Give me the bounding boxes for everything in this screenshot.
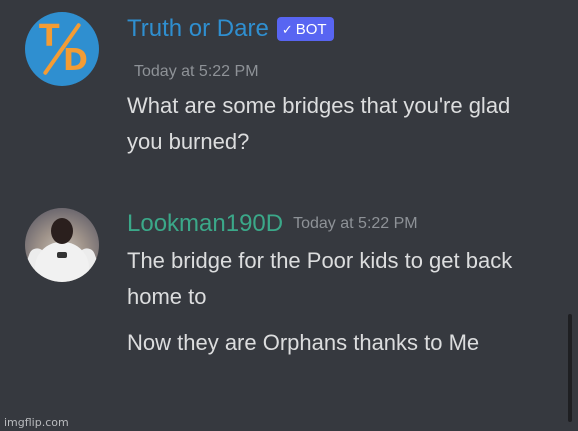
message-content: The bridge for the Poor kids to get back… (127, 243, 547, 361)
message-text: What are some bridges that you're glad y… (127, 93, 511, 154)
bot-avatar[interactable]: T D (25, 12, 99, 86)
author-name[interactable]: Lookman190D (127, 209, 283, 239)
bot-badge: ✓ BOT (276, 17, 334, 41)
message-header: Truth or Dare ✓ BOT (127, 14, 334, 44)
message-header: Lookman190D Today at 5:22 PM (127, 209, 418, 239)
bot-badge-label: BOT (295, 20, 327, 38)
user-avatar[interactable] (25, 208, 99, 282)
message-user: Lookman190D Today at 5:22 PM The bridge … (0, 185, 578, 431)
avatar-face (51, 218, 73, 244)
watermark: imgflip.com (4, 416, 69, 429)
message-text: Now they are Orphans thanks to Me (127, 330, 480, 355)
check-icon: ✓ (281, 21, 293, 37)
message-timestamp[interactable]: Today at 5:22 PM (293, 215, 418, 233)
message-timestamp[interactable]: Today at 5:22 PM (134, 63, 259, 80)
timestamp-wrap: Today at 5:22 PM (134, 61, 259, 81)
message-bot: T D Truth or Dare ✓ BOT Today at 5:22 PM… (0, 0, 578, 185)
avatar-shirt-badge (57, 252, 67, 258)
message-content: What are some bridges that you're glad y… (127, 88, 547, 160)
author-name[interactable]: Truth or Dare (127, 14, 269, 44)
avatar-shirt (35, 242, 89, 282)
scrollbar[interactable] (568, 314, 572, 422)
logo-letter-t: T (39, 19, 60, 54)
truth-or-dare-logo-icon: T D (25, 12, 99, 86)
user-photo-icon (25, 208, 99, 282)
message-text: The bridge for the Poor kids to get back… (127, 248, 513, 309)
logo-letter-d: D (63, 43, 88, 78)
